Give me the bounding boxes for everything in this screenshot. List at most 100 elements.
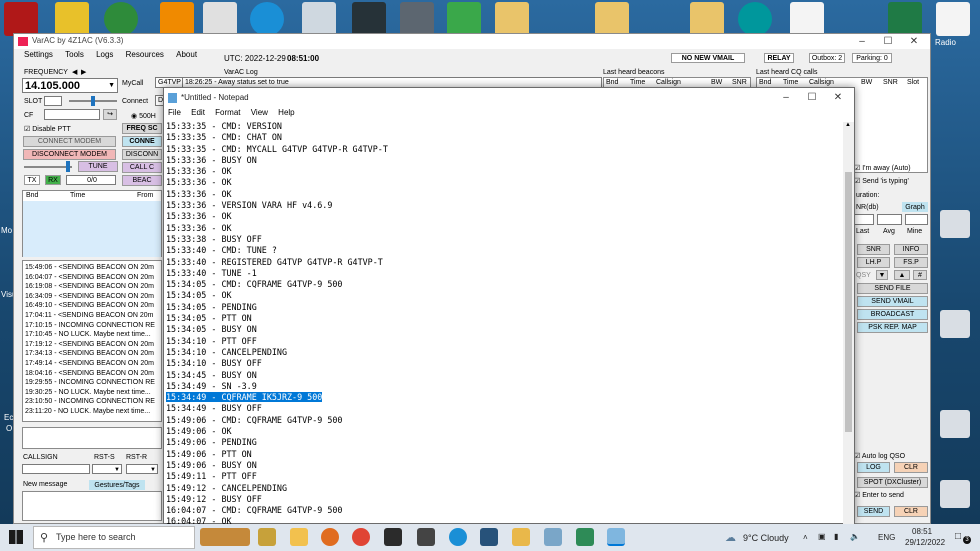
globe-app-icon[interactable] [104,2,138,36]
radio-app-icon[interactable] [4,2,38,36]
beacon-log-item[interactable]: 17:10:45 - NO LUCK. Maybe next time... [23,330,161,340]
cq-header-bnd[interactable]: Bnd [759,79,771,86]
beacon-button[interactable]: BEAC [122,175,162,186]
minimize-icon[interactable]: – [850,35,874,48]
beacon-log-item[interactable]: 19:30:25 - NO LUCK. Maybe next time... [23,388,161,398]
send-button[interactable]: SEND [857,506,890,517]
taskbar-app-icon-9[interactable] [512,528,530,546]
green-cube-icon[interactable] [447,2,481,36]
desktop-icon-right-2[interactable] [940,310,970,338]
scrollbar-thumb[interactable] [845,172,852,432]
tray-chevron-icon[interactable]: ˄ [803,533,808,542]
tune-button[interactable]: TUNE [78,161,118,172]
cq-header-snr[interactable]: SNR [883,79,898,86]
notepad-menu-file[interactable]: File [168,108,181,117]
beacon-log-item[interactable]: 16:19:08 - <SENDING BEACON ON 20m [23,282,161,292]
folder-icon-3[interactable] [690,2,724,36]
taskbar-app-icon-5[interactable] [384,528,402,546]
disable-ptt-checkbox[interactable]: ☑ Disable PTT [24,125,71,133]
slot-slider[interactable] [69,96,117,106]
desktop-icon-right-4[interactable] [940,480,970,508]
callsign-input[interactable] [22,464,90,474]
rst-r-dropdown-icon[interactable]: ▼ [150,465,156,475]
cf-apply-button[interactable]: ↪ [103,109,117,120]
city-widget-icon[interactable] [200,528,250,546]
cq-header-callsign[interactable]: Callsign [809,79,834,86]
vlc-icon[interactable] [160,2,194,36]
taskbar-search-box[interactable]: ⚲ Type here to search [33,526,195,549]
graph-button[interactable]: Graph [902,202,928,212]
gestures-tags-button[interactable]: Gestures/Tags [89,480,145,490]
taskbar-app-icon-1[interactable] [258,528,276,546]
chat-field[interactable] [22,427,162,449]
notepad-menu-view[interactable]: View [251,108,268,117]
edge-taskbar-icon[interactable] [449,528,467,546]
desktop-icon-right-1[interactable] [940,210,970,238]
radio-doc-icon[interactable] [936,2,970,36]
broadcast-button[interactable]: BROADCAST [857,309,928,320]
parking-button[interactable]: Parking: 0 [852,53,892,63]
beacon-log-list[interactable]: 15:49:06 - <SENDING BEACON ON 20m 16:04:0… [22,260,162,422]
file-explorer-icon[interactable] [290,528,308,546]
notepad-close-icon[interactable]: ✕ [826,91,850,104]
grid-header-time[interactable]: Time [70,192,85,199]
beacon-log-item[interactable]: 18:04:16 - <SENDING BEACON ON 20m [23,369,161,379]
disconnect-button[interactable]: DISCONN [122,149,162,160]
qsy-up-button[interactable]: ▲ [894,270,910,280]
taskbar-app-icon-6[interactable] [417,528,435,546]
hash-button[interactable]: # [913,270,927,280]
spot-dxcluster-button[interactable]: SPOT (DXCluster) [857,477,928,488]
notepad-text-area[interactable]: 15:33:35 - CMD: VERSION 15:33:35 - CMD: C… [166,121,842,525]
usb-app-icon[interactable] [400,2,434,36]
notepad-maximize-icon[interactable]: ☐ [800,91,824,104]
beacons-header-callsign[interactable]: Callsign [656,79,681,86]
power-slider-thumb[interactable] [66,161,70,172]
beacon-log-item[interactable]: 23:11:20 - NO LUCK. Maybe next time... [23,407,161,417]
notepad-menu-edit[interactable]: Edit [191,108,205,117]
weather-text[interactable]: 9°C Cloudy [743,533,789,543]
menu-resources[interactable]: Resources [126,50,164,59]
grid-header-bnd[interactable]: Bnd [26,192,38,199]
freq-left-arrow-icon[interactable]: ◀ [72,68,77,76]
psk-rep-map-button[interactable]: PSK REP. MAP [857,322,928,333]
taskbar-app-icon-8[interactable] [480,528,498,546]
menu-about[interactable]: About [176,50,197,59]
desktop-icon-right-3[interactable] [940,410,970,438]
volume-icon[interactable]: 🔈 [850,532,860,541]
qso-grid[interactable]: Bnd Time From [22,190,162,257]
beacon-log-item[interactable]: 19:29:55 - INCOMING CONNECTION RE [23,378,161,388]
beacon-log-item[interactable]: 16:04:07 - <SENDING BEACON ON 20m [23,273,161,283]
bw-500-radio[interactable]: ◉ 500H [131,112,156,120]
message-clear-button[interactable]: CLR [894,506,928,517]
disconnect-modem-button[interactable]: DISCONNECT MODEM [23,149,116,160]
menu-logs[interactable]: Logs [96,50,113,59]
power-icon[interactable]: ▮ [834,532,838,541]
notepad-vertical-scrollbar[interactable]: ▲ [843,122,854,524]
beacons-header-time[interactable]: Time [630,79,645,86]
clock-date[interactable]: 29/12/2022 [905,538,945,547]
menu-tools[interactable]: Tools [65,50,84,59]
qr-app-icon[interactable] [203,2,237,36]
radio-software-icon[interactable] [352,2,386,36]
menu-settings[interactable]: Settings [24,50,53,59]
relay-button[interactable]: RELAY [764,53,794,63]
network-icon[interactable]: ▣ [818,532,826,541]
call-cq-button[interactable]: CALL C [122,162,162,173]
notepad-menu-help[interactable]: Help [278,108,294,117]
beacon-log-item[interactable]: 17:34:13 - <SENDING BEACON ON 20m [23,349,161,359]
edge-icon[interactable] [250,2,284,36]
beacon-log-item[interactable]: 17:19:12 - <SENDING BEACON ON 20m [23,340,161,350]
log-clear-button[interactable]: CLR [894,462,928,473]
beacon-log-item[interactable]: 17:04:11 - <SENDING BEACON ON 20m [23,311,161,321]
auto-log-checkbox[interactable]: ☑ Auto log QSO [854,452,905,460]
send-vmail-button[interactable]: SEND VMAIL [857,296,928,307]
rst-s-select[interactable]: ▼ [92,464,122,474]
taskbar-app-icon-3[interactable] [321,528,339,546]
cq-header-bw[interactable]: BW [861,79,872,86]
notification-icon[interactable]: □ [955,531,961,542]
fs-p-button[interactable]: FS.P [894,257,928,268]
new-message-input[interactable] [22,491,162,521]
lh-p-button[interactable]: LH.P [857,257,890,268]
beacons-header-snr[interactable]: SNR [732,79,747,86]
magnifier-app-icon[interactable] [302,2,336,36]
